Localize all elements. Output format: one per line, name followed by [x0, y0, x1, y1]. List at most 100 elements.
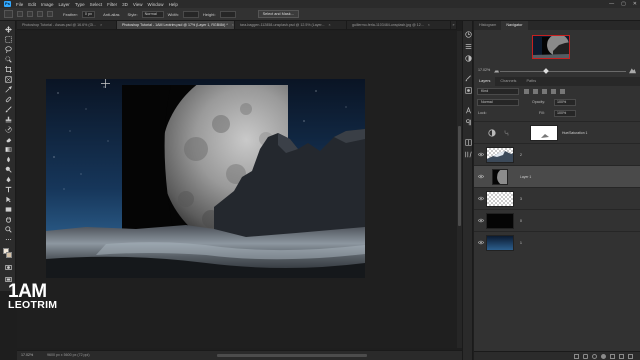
brushes-icon[interactable] [465, 87, 472, 94]
type-filter-icon[interactable] [542, 89, 547, 94]
vertical-scroll-thumb[interactable] [458, 126, 461, 226]
tab-navigator[interactable]: Navigator [501, 21, 528, 30]
close-button[interactable]: ✕ [633, 1, 637, 7]
tab-document-1[interactable]: Photoshop Tutorial - Assas.psd @ 16.6% (… [17, 21, 117, 29]
feather-input[interactable]: 0 px [81, 10, 96, 18]
properties-icon[interactable] [465, 43, 472, 50]
layer-filter-select[interactable]: Kind [477, 88, 519, 95]
menu-3d[interactable]: 3D [122, 2, 128, 7]
add-selection-icon[interactable] [27, 11, 33, 17]
marquee-tool-preset-icon[interactable] [4, 10, 13, 18]
tab-paths[interactable]: Paths [521, 77, 541, 86]
gradient-tool-icon[interactable] [4, 145, 12, 153]
blur-tool-icon[interactable] [4, 155, 12, 163]
minimize-button[interactable]: — [609, 1, 614, 7]
libraries-icon[interactable] [465, 151, 472, 158]
navigator-zoom-input[interactable]: 17.02% [478, 68, 490, 72]
marquee-tool-icon[interactable] [4, 35, 12, 43]
layer-name[interactable]: Hue/Saturation 1 [562, 131, 587, 135]
new-layer-icon[interactable] [619, 354, 624, 359]
layer-name[interactable]: 2 [520, 153, 522, 157]
layer-row-layer-1[interactable]: Layer 1 [474, 165, 640, 187]
link-layers-icon[interactable] [574, 354, 579, 359]
zoom-out-icon[interactable] [494, 68, 499, 73]
eraser-tool-icon[interactable] [4, 135, 12, 143]
fill-input[interactable]: 100% [554, 110, 576, 117]
rectangle-tool-icon[interactable] [4, 205, 12, 213]
brush-tool-icon[interactable] [4, 105, 12, 113]
visibility-eye-icon[interactable] [478, 196, 484, 201]
blend-mode-select[interactable]: Normal [477, 99, 519, 106]
close-tab-icon[interactable]: × [329, 23, 331, 27]
menu-edit[interactable]: Edit [28, 2, 36, 7]
layer-name[interactable]: 0 [520, 219, 522, 223]
layer-name[interactable]: Layer 1 [520, 175, 531, 179]
visibility-eye-icon[interactable] [478, 218, 484, 223]
menu-window[interactable]: Window [148, 2, 164, 7]
history-brush-tool-icon[interactable] [4, 125, 12, 133]
layer-mask-thumbnail[interactable] [530, 125, 558, 141]
antialias-checkbox[interactable]: Anti-alias [103, 12, 119, 17]
close-tab-icon[interactable]: × [232, 23, 234, 27]
menu-file[interactable]: File [16, 2, 23, 7]
menu-layer[interactable]: Layer [59, 2, 70, 7]
pixel-filter-icon[interactable] [524, 89, 529, 94]
layer-name[interactable]: 1 [520, 241, 522, 245]
path-selection-tool-icon[interactable] [4, 195, 12, 203]
zoom-level[interactable]: 17.02% [21, 353, 33, 357]
zoom-in-icon[interactable] [629, 67, 636, 74]
tab-document-active[interactable]: Photoshop Tutorial - 1AM Leotrim.psd @ 1… [117, 21, 235, 29]
clone-stamp-tool-icon[interactable] [4, 115, 12, 123]
menu-type[interactable]: Type [75, 2, 85, 7]
intersect-selection-icon[interactable] [47, 11, 53, 17]
background-color-swatch[interactable] [6, 252, 12, 258]
visibility-eye-icon[interactable] [478, 240, 484, 245]
menu-view[interactable]: View [133, 2, 143, 7]
layer-style-icon[interactable] [583, 354, 588, 359]
layer-row-2[interactable]: 2 [474, 143, 640, 165]
hand-tool-icon[interactable] [4, 215, 12, 223]
new-adjustment-icon[interactable] [601, 354, 606, 359]
tab-document-4[interactable]: guillermo-ferla-1103484-unsplash.jpg @ 1… [347, 21, 451, 29]
visibility-eye-icon[interactable] [478, 152, 484, 157]
layer-row-3[interactable]: 3 [474, 187, 640, 209]
delete-layer-icon[interactable] [628, 354, 633, 359]
paragraph-icon[interactable] [465, 119, 472, 126]
document-canvas[interactable] [46, 79, 365, 278]
layer-name[interactable]: 3 [520, 197, 522, 201]
quick-mask-icon[interactable] [4, 263, 12, 271]
height-input[interactable] [219, 10, 236, 18]
visibility-eye-icon[interactable] [478, 174, 484, 179]
adjustments-icon[interactable] [465, 55, 472, 62]
layer-row-1[interactable]: 1 [474, 231, 640, 253]
brush-settings-icon[interactable] [465, 75, 472, 82]
dodge-tool-icon[interactable] [4, 165, 12, 173]
zoom-slider-knob[interactable] [543, 68, 549, 74]
new-selection-icon[interactable] [17, 11, 23, 17]
zoom-tool-icon[interactable] [4, 225, 12, 233]
close-tab-icon[interactable]: × [100, 23, 102, 27]
select-and-mask-button[interactable]: Select and Mask... [257, 10, 299, 18]
more-tabs-icon[interactable]: » [451, 21, 457, 29]
crop-tool-icon[interactable] [4, 65, 12, 73]
add-mask-icon[interactable] [592, 354, 597, 359]
healing-brush-tool-icon[interactable] [4, 95, 12, 103]
tab-histogram[interactable]: Histogram [474, 21, 501, 30]
width-input[interactable] [182, 10, 199, 18]
quick-selection-tool-icon[interactable] [4, 55, 12, 63]
glyphs-icon[interactable] [465, 139, 472, 146]
tab-layers[interactable]: Layers [474, 77, 496, 86]
maximize-button[interactable]: ▢ [621, 1, 626, 7]
style-select[interactable]: Normal [141, 10, 164, 18]
document-info[interactable]: 9600 px x 5600 px (72 ppi) [47, 353, 90, 357]
history-icon[interactable] [465, 31, 472, 38]
clipping-chain-icon[interactable] [504, 130, 509, 136]
close-tab-icon[interactable]: × [428, 23, 430, 27]
navigator-preview[interactable] [532, 35, 570, 59]
zoom-slider[interactable] [500, 68, 626, 74]
character-icon[interactable] [465, 107, 472, 114]
menu-select[interactable]: Select [90, 2, 103, 7]
tab-channels[interactable]: Channels [495, 77, 521, 86]
smart-object-filter-icon[interactable] [560, 89, 565, 94]
adjustment-filter-icon[interactable] [533, 89, 538, 94]
